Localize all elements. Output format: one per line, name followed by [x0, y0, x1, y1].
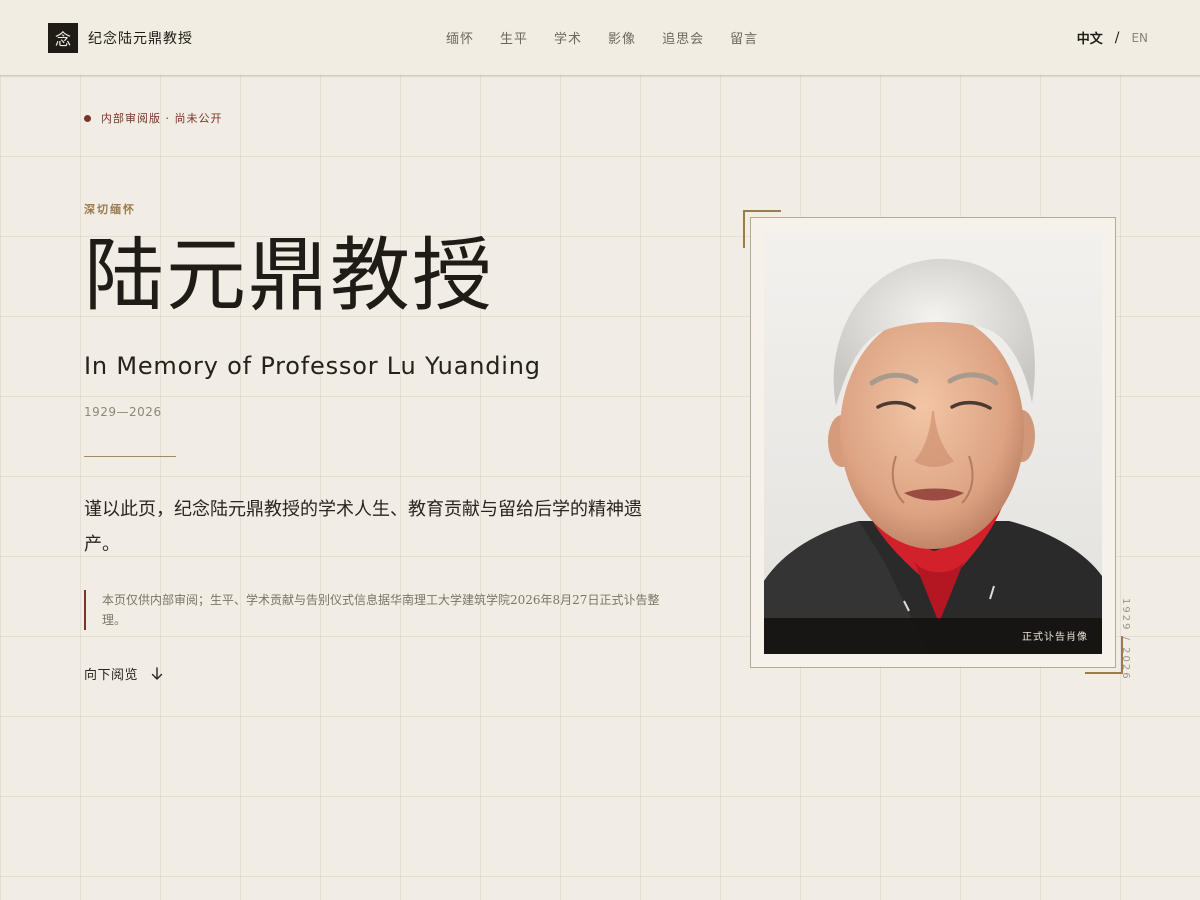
- review-badge: 内部审阅版 · 尚未公开: [84, 110, 223, 126]
- lead-paragraph: 谨以此页，纪念陆元鼎教授的学术人生、教育贡献与留给后学的精神遗产。: [84, 499, 642, 555]
- page-subtitle: In Memory of Professor Lu Yuanding: [84, 352, 541, 380]
- site-header: 念 纪念陆元鼎教授 缅怀 生平 学术 影像 追思会 留言 中文 / EN: [0, 0, 1200, 76]
- brand-home-link[interactable]: 念 纪念陆元鼎教授: [48, 23, 193, 53]
- lang-zh-option[interactable]: 中文: [1077, 28, 1103, 47]
- nav-item-gallery[interactable]: 影像: [608, 28, 636, 47]
- side-years-label: 1929 / 2026: [1120, 598, 1131, 681]
- nav-item-scholarship[interactable]: 学术: [554, 28, 582, 47]
- frame-corner-bottom-right: [1085, 636, 1123, 674]
- page-title: 陆元鼎教授: [84, 229, 494, 322]
- language-switch: 中文 / EN: [1077, 28, 1148, 48]
- nav-item-biography[interactable]: 生平: [500, 28, 528, 47]
- eyebrow-label: 深切缅怀: [84, 203, 136, 216]
- scroll-down-link[interactable]: 向下阅览: [84, 664, 164, 683]
- arrow-down-icon: [151, 666, 163, 680]
- brand-mark: 念: [48, 23, 78, 53]
- portrait-figure: [764, 231, 1102, 654]
- life-years: 1929—2026: [84, 405, 162, 419]
- brand-name: 纪念陆元鼎教授: [88, 31, 193, 47]
- nav-item-memorial[interactable]: 追思会: [662, 28, 704, 47]
- review-notice: 本页仅供内部审阅；生平、学术贡献与告别仪式信息据华南理工大学建筑学院2026年8…: [84, 590, 662, 630]
- nav-item-tribute[interactable]: 缅怀: [446, 28, 474, 47]
- main-nav: 缅怀 生平 学术 影像 追思会 留言: [446, 28, 784, 47]
- portrait-caption: 正式讣告肖像: [1022, 632, 1088, 643]
- nav-item-guestbook[interactable]: 留言: [730, 28, 758, 47]
- lang-separator: /: [1114, 29, 1120, 46]
- scroll-label: 向下阅览: [84, 668, 139, 683]
- divider: [84, 456, 176, 457]
- portrait-photo: 正式讣告肖像: [764, 231, 1102, 654]
- portrait-frame: 正式讣告肖像: [750, 217, 1116, 668]
- review-badge-text: 内部审阅版 · 尚未公开: [101, 112, 223, 125]
- status-dot-icon: [84, 114, 91, 122]
- lang-en-option[interactable]: EN: [1131, 31, 1148, 45]
- portrait-caption-bar: 正式讣告肖像: [764, 618, 1102, 654]
